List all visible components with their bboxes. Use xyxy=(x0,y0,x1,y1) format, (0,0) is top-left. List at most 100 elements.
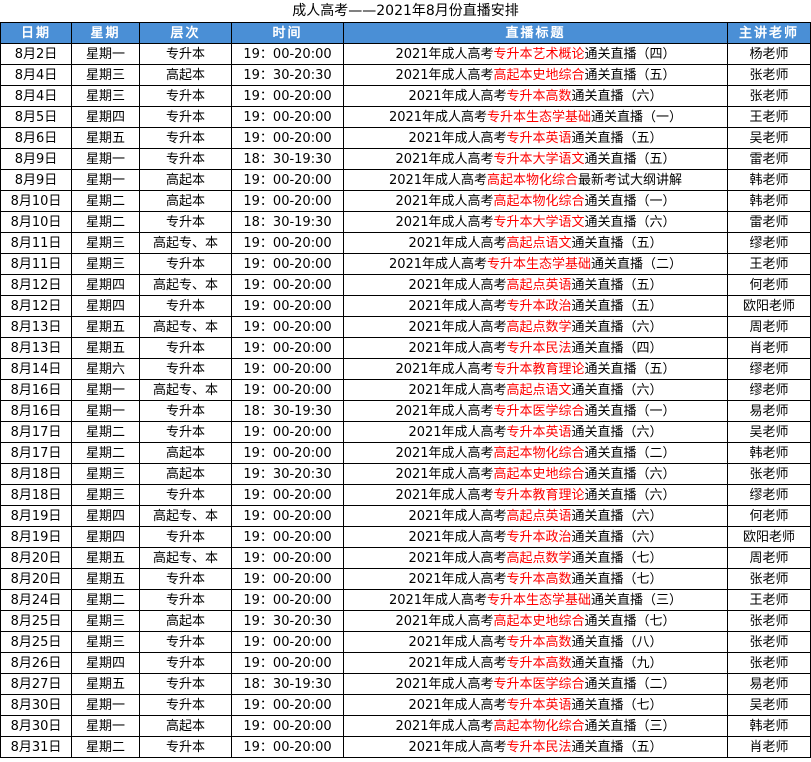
weekday-cell: 星期一 xyxy=(71,169,140,191)
table-row: 8月17日 星期二 专升本 19：00-20:00 2021年成人高考专升本英语通关直播… xyxy=(0,421,811,443)
title-subject: 专升本英语 xyxy=(506,697,572,713)
title-prefix: 2021年成人高考 xyxy=(408,88,507,104)
title-prefix: 2021年成人高考 xyxy=(395,361,494,377)
title-suffix: 通关直播（五） xyxy=(571,277,663,293)
table-row: 8月25日 星期三 专升本 19：00-20:00 2021年成人高考专升本高数通关直播… xyxy=(0,631,811,653)
table-row: 8月10日 星期二 专升本 18：30-19:30 2021年成人高考专升本大学语文通关… xyxy=(0,211,811,233)
table-row: 8月20日 星期五 专升本 19：00-20:00 2021年成人高考专升本高数通关直播… xyxy=(0,568,811,590)
header-date: 日期 xyxy=(0,22,72,44)
level-cell: 专升本 xyxy=(139,400,232,422)
level-cell: 专升本 xyxy=(139,85,232,107)
title-subject: 高起本物化综合 xyxy=(487,172,579,188)
header-live-title: 直播标题 xyxy=(343,22,728,44)
weekday-cell: 星期一 xyxy=(71,43,140,65)
header-time: 时间 xyxy=(231,22,344,44)
header-weekday: 星期 xyxy=(71,22,140,44)
table-row: 8月16日 星期一 高起专、本 19：00-20:00 2021年成人高考高起点语文通关… xyxy=(0,379,811,401)
level-cell: 专升本 xyxy=(139,148,232,170)
title-subject: 专升本政治 xyxy=(506,529,572,545)
date-cell: 8月10日 xyxy=(0,211,72,233)
date-cell: 8月11日 xyxy=(0,253,72,275)
table-row: 8月13日 星期五 专升本 19：00-20:00 2021年成人高考专升本民法通关直播… xyxy=(0,337,811,359)
date-cell: 8月19日 xyxy=(0,526,72,548)
title-prefix: 2021年成人高考 xyxy=(388,592,488,608)
time-cell: 19：00-20:00 xyxy=(231,169,344,191)
teacher-cell: 韩老师 xyxy=(726,169,811,191)
title-subject: 专升本民法 xyxy=(506,340,572,356)
title-prefix: 2021年成人高考 xyxy=(395,151,494,167)
live-title-cell: 2021年成人高考高起本史地综合通关直播（六） xyxy=(343,463,728,485)
title-prefix: 2021年成人高考 xyxy=(408,634,507,650)
time-cell: 19：00-20:00 xyxy=(231,736,344,758)
date-cell: 8月4日 xyxy=(0,64,72,86)
date-cell: 8月30日 xyxy=(0,694,72,716)
teacher-cell: 王老师 xyxy=(726,106,811,128)
time-cell: 19：00-20:00 xyxy=(231,316,344,338)
weekday-cell: 星期三 xyxy=(71,253,140,275)
title-subject: 专升本生态学基础 xyxy=(487,256,592,272)
title-prefix: 2021年成人高考 xyxy=(408,424,507,440)
weekday-cell: 星期一 xyxy=(71,694,140,716)
weekday-cell: 星期二 xyxy=(71,190,140,212)
title-suffix: 通关直播（六） xyxy=(571,319,663,335)
weekday-cell: 星期五 xyxy=(71,547,140,569)
table-row: 8月25日 星期三 高起本 19：30-20:30 2021年成人高考高起本史地综合通关… xyxy=(0,610,811,632)
level-cell: 专升本 xyxy=(139,106,232,128)
level-cell: 高起本 xyxy=(139,610,232,632)
table-row: 8月11日 星期三 专升本 19：00-20:00 2021年成人高考专升本生态学基础通… xyxy=(0,253,811,275)
table-row: 8月14日 星期六 专升本 19：00-20:00 2021年成人高考专升本教育理论通关… xyxy=(0,358,811,380)
time-cell: 19：30-20:30 xyxy=(231,610,344,632)
live-title-cell: 2021年成人高考专升本政治通关直播（六） xyxy=(343,526,728,548)
title-suffix: 通关直播（一） xyxy=(584,193,676,209)
title-prefix: 2021年成人高考 xyxy=(388,109,488,125)
live-title-cell: 2021年成人高考专升本高数通关直播（七） xyxy=(343,568,728,590)
table-row: 8月17日 星期二 高起本 19：00-20:00 2021年成人高考高起本物化综合通关… xyxy=(0,442,811,464)
table-row: 8月4日 星期三 高起本 19：30-20:30 2021年成人高考高起本史地综合通关直… xyxy=(0,64,811,86)
title-subject: 高起本史地综合 xyxy=(493,67,585,83)
time-cell: 19：00-20:00 xyxy=(231,253,344,275)
table-row: 8月18日 星期三 专升本 19：00-20:00 2021年成人高考专升本教育理论通关… xyxy=(0,484,811,506)
weekday-cell: 星期六 xyxy=(71,358,140,380)
title-prefix: 2021年成人高考 xyxy=(395,613,494,629)
date-cell: 8月25日 xyxy=(0,631,72,653)
schedule-body: 8月2日 星期一 专升本 19：00-20:00 2021年成人高考专升本艺术概论通关直… xyxy=(0,43,811,758)
date-cell: 8月17日 xyxy=(0,421,72,443)
date-cell: 8月6日 xyxy=(0,127,72,149)
time-cell: 18：30-19:30 xyxy=(231,148,344,170)
time-cell: 18：30-19:30 xyxy=(231,211,344,233)
teacher-cell: 雷老师 xyxy=(726,148,811,170)
level-cell: 高起专、本 xyxy=(139,547,232,569)
table-row: 8月6日 星期五 专升本 19：00-20:00 2021年成人高考专升本英语通关直播（… xyxy=(0,127,811,149)
date-cell: 8月12日 xyxy=(0,295,72,317)
weekday-cell: 星期二 xyxy=(71,211,140,233)
title-subject: 专升本英语 xyxy=(506,424,572,440)
table-row: 8月16日 星期一 专升本 18：30-19:30 2021年成人高考专升本医学综合通关… xyxy=(0,400,811,422)
live-title-cell: 2021年成人高考高起点英语通关直播（六） xyxy=(343,505,728,527)
header-teacher: 主讲老师 xyxy=(726,22,811,44)
title-suffix: 通关直播（六） xyxy=(571,424,663,440)
live-title-cell: 2021年成人高考高起本物化综合最新考试大纲讲解 xyxy=(343,169,728,191)
level-cell: 高起专、本 xyxy=(139,505,232,527)
title-suffix: 通关直播（六） xyxy=(584,214,676,230)
title-subject: 高起本史地综合 xyxy=(493,613,585,629)
title-subject: 高起本史地综合 xyxy=(493,466,585,482)
weekday-cell: 星期二 xyxy=(71,442,140,464)
weekday-cell: 星期一 xyxy=(71,379,140,401)
teacher-cell: 何老师 xyxy=(726,505,811,527)
title-prefix: 2021年成人高考 xyxy=(408,571,507,587)
title-subject: 高起点数学 xyxy=(506,550,572,566)
weekday-cell: 星期二 xyxy=(71,736,140,758)
title-subject: 专升本高数 xyxy=(506,88,572,104)
level-cell: 专升本 xyxy=(139,568,232,590)
title-prefix: 2021年成人高考 xyxy=(395,67,494,83)
table-row: 8月27日 星期五 专升本 18：30-19:30 2021年成人高考专升本医学综合通关… xyxy=(0,673,811,695)
weekday-cell: 星期三 xyxy=(71,232,140,254)
title-suffix: 通关直播（六） xyxy=(571,88,663,104)
time-cell: 19：00-20:00 xyxy=(231,358,344,380)
table-row: 8月12日 星期四 专升本 19：00-20:00 2021年成人高考专升本政治通关直播… xyxy=(0,295,811,317)
level-cell: 高起本 xyxy=(139,190,232,212)
date-cell: 8月20日 xyxy=(0,547,72,569)
title-subject: 高起本物化综合 xyxy=(493,445,585,461)
weekday-cell: 星期三 xyxy=(71,484,140,506)
title-subject: 专升本教育理论 xyxy=(493,487,585,503)
